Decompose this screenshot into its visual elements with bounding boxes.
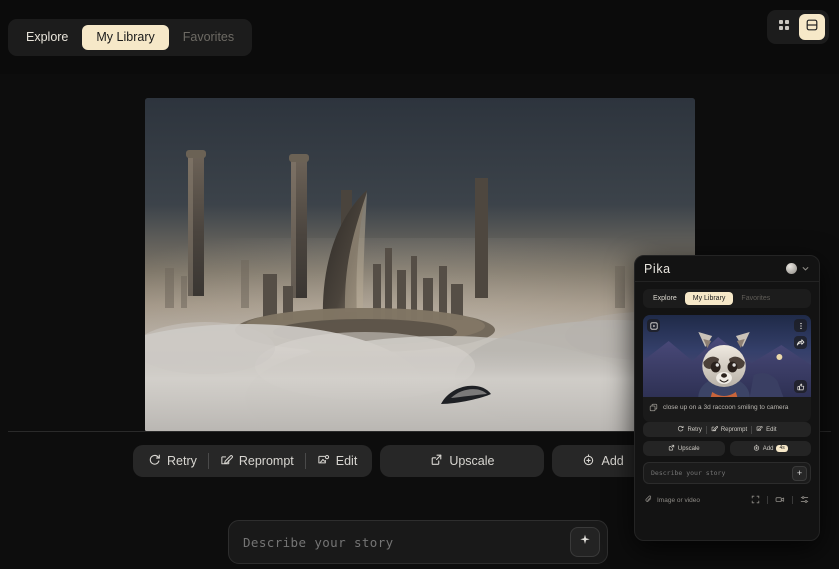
panel-upscale-button[interactable]: Upscale	[664, 444, 704, 453]
refresh-icon	[677, 425, 684, 434]
settings-sliders-icon[interactable]	[800, 491, 809, 509]
panel-upscale-group: Upscale	[643, 441, 725, 457]
retry-button[interactable]: Retry	[137, 448, 208, 474]
paperclip-icon	[645, 495, 653, 505]
panel-tab-favorites[interactable]: Favorites	[733, 292, 778, 305]
panel-edit-button[interactable]: Edit	[752, 425, 780, 434]
panel-logo: Pika	[644, 261, 671, 276]
panel-add-label: Add	[762, 445, 774, 452]
edit-actions-group: Retry Reprompt Edit	[133, 445, 373, 477]
expand-icon[interactable]	[751, 491, 760, 509]
grid-icon	[777, 18, 791, 37]
panel-edit-group: Retry Reprompt Edit	[643, 422, 811, 438]
retry-label: Retry	[167, 454, 197, 468]
pencil-square-icon	[711, 425, 718, 434]
attach-media-button[interactable]: Image or video	[645, 495, 700, 505]
pencil-square-icon	[220, 453, 233, 469]
library-tab-group: Explore My Library Favorites	[8, 19, 253, 56]
upscale-icon	[430, 453, 443, 469]
story-prompt-bar	[228, 520, 608, 564]
grid-view-button[interactable]	[771, 14, 797, 40]
tab-my-library[interactable]: My Library	[82, 25, 169, 50]
attach-label: Image or video	[657, 496, 700, 504]
panel-account-area	[786, 260, 810, 278]
panel-action-row-1: Retry Reprompt Edit	[643, 422, 811, 438]
footer-separator	[792, 496, 793, 505]
list-view-button[interactable]	[799, 14, 825, 40]
panel-add-duration-badge: 4s	[776, 445, 788, 453]
like-button[interactable]	[794, 380, 807, 393]
chevron-down-icon[interactable]	[801, 260, 810, 278]
sparkle-icon	[578, 533, 592, 552]
upscale-group: Upscale	[380, 445, 545, 477]
panel-add-prompt-button[interactable]: +	[792, 465, 807, 481]
upscale-button[interactable]: Upscale	[384, 448, 540, 474]
play-video-button[interactable]	[647, 319, 660, 332]
upscale-label: Upscale	[449, 454, 495, 468]
panel-tab-explore[interactable]: Explore	[645, 292, 685, 305]
image-edit-icon	[317, 453, 330, 469]
share-button[interactable]	[794, 336, 807, 349]
panel-header: Pika	[635, 256, 819, 282]
panel-video-card[interactable]: close up on a 3d raccoon smiling to came…	[643, 315, 811, 423]
play-icon	[649, 321, 658, 330]
tab-favorites[interactable]: Favorites	[169, 25, 248, 50]
reprompt-button[interactable]: Reprompt	[209, 448, 305, 474]
edit-label: Edit	[335, 454, 358, 468]
panel-card-caption: close up on a 3d raccoon smiling to came…	[643, 397, 811, 422]
view-mode-toggle	[767, 10, 829, 44]
caption-text: close up on a 3d raccoon smiling to came…	[663, 404, 789, 411]
panel-prompt-input[interactable]	[644, 469, 792, 478]
reprompt-label: Reprompt	[238, 454, 294, 468]
copy-icon[interactable]	[649, 403, 658, 415]
panel-upscale-label: Upscale	[677, 445, 700, 452]
app-root: Explore My Library Favorites Retry Repro…	[0, 0, 839, 569]
panel-action-row-2: Upscale Add 4s	[643, 441, 811, 457]
thumbs-up-icon	[796, 383, 805, 391]
tab-explore[interactable]: Explore	[12, 25, 82, 50]
panel-video-thumbnail[interactable]	[643, 315, 811, 397]
image-edit-icon	[756, 425, 763, 434]
add-label: Add	[601, 454, 624, 468]
generate-button[interactable]	[570, 527, 600, 557]
refresh-icon	[148, 453, 161, 469]
panel-tab-group: Explore My Library Favorites	[643, 289, 811, 308]
panel-add-group: Add 4s	[729, 441, 811, 457]
add-clock-icon	[753, 444, 760, 453]
top-bar: Explore My Library Favorites	[0, 0, 839, 74]
story-prompt-input[interactable]	[229, 534, 570, 550]
panel-retry-button[interactable]: Retry	[673, 425, 705, 434]
panel-action-toolbar: Retry Reprompt Edit Upscale Add 4s	[635, 422, 819, 457]
panel-reprompt-button[interactable]: Reprompt	[707, 425, 751, 434]
edit-button[interactable]: Edit	[306, 448, 369, 474]
upscale-icon	[668, 444, 675, 453]
panel-footer: Image or video	[645, 491, 809, 509]
share-icon	[796, 338, 805, 347]
panel-footer-icons	[751, 491, 809, 509]
footer-separator	[767, 496, 768, 505]
panel-retry-label: Retry	[687, 426, 702, 433]
card-menu-button[interactable]	[794, 319, 807, 332]
panel-prompt-bar: +	[643, 462, 811, 485]
video-camera-icon[interactable]	[775, 491, 785, 509]
panel-tab-my-library[interactable]: My Library	[684, 292, 734, 305]
avatar[interactable]	[786, 263, 797, 274]
panel-edit-label: Edit	[766, 426, 777, 433]
image-action-toolbar: Retry Reprompt Edit Upscale Add	[133, 445, 656, 477]
list-rows-icon	[805, 18, 819, 37]
panel-add-button[interactable]: Add 4s	[749, 444, 792, 453]
pika-floating-panel: Pika Explore My Library Favorites close …	[634, 255, 820, 541]
add-clock-icon	[582, 453, 595, 469]
kebab-menu-icon	[797, 322, 805, 330]
generated-image[interactable]	[145, 98, 695, 432]
panel-reprompt-label: Reprompt	[720, 426, 748, 433]
